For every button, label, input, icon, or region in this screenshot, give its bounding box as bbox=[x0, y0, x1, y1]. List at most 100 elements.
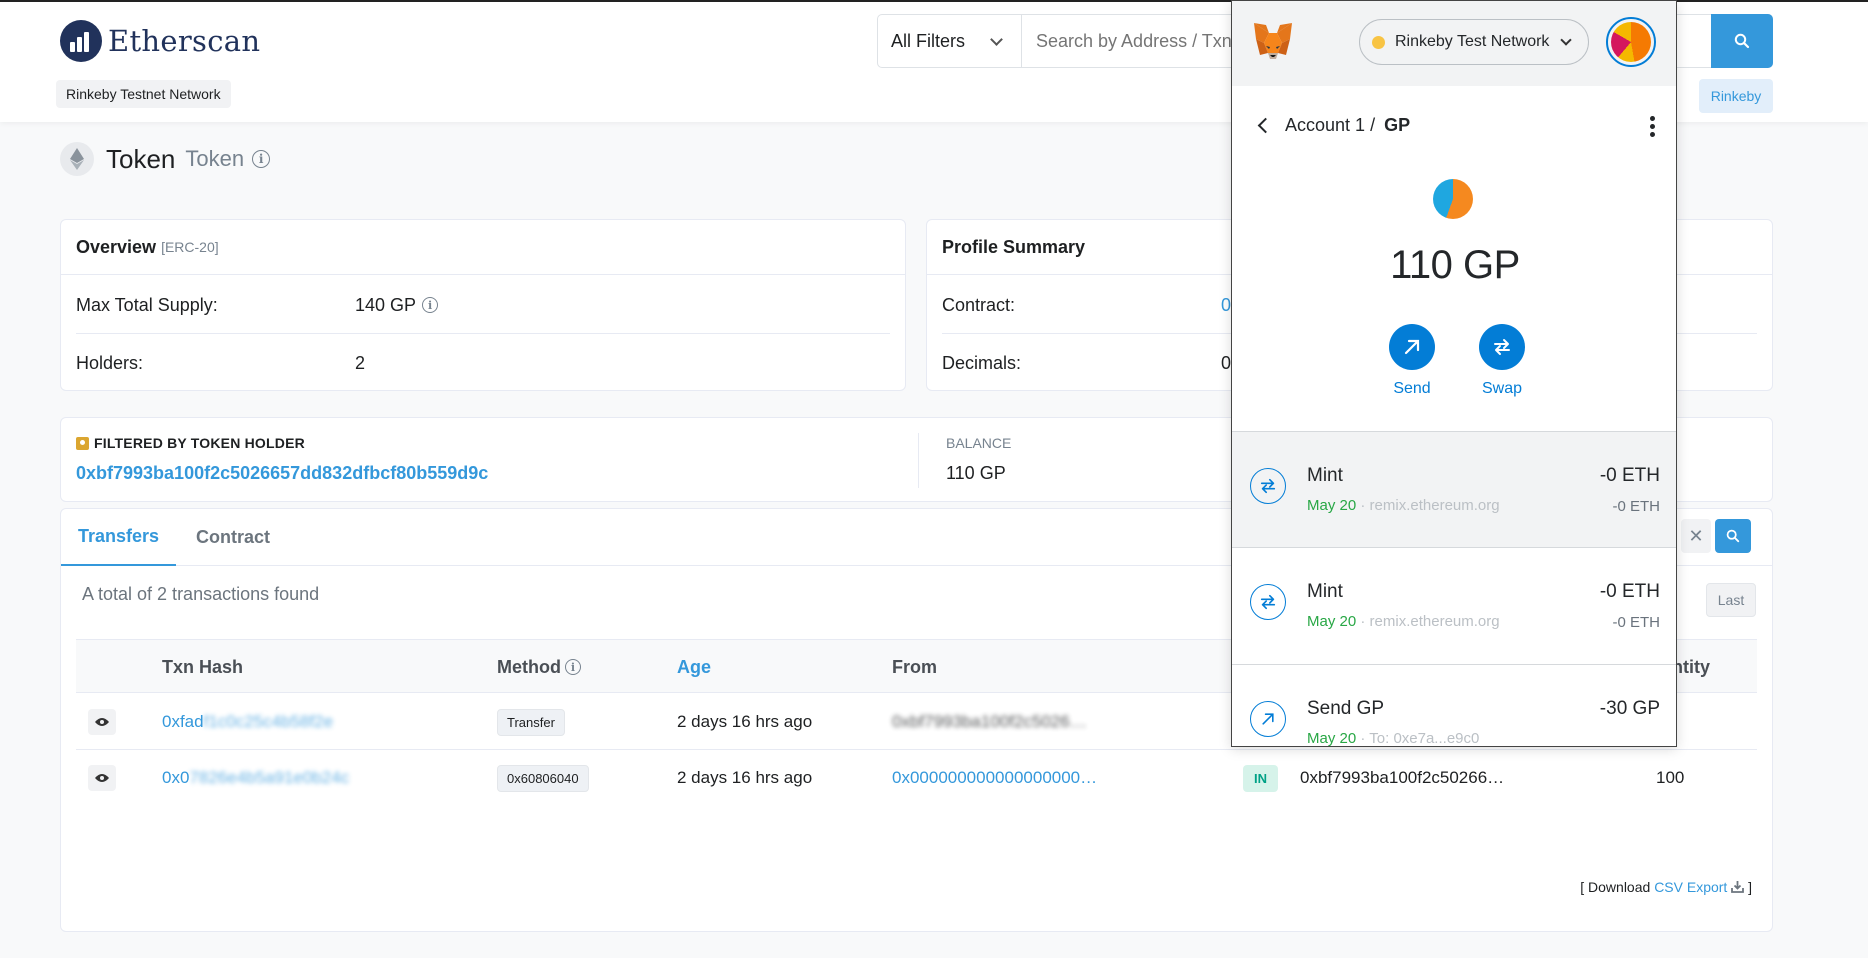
col-txn-hash: Txn Hash bbox=[162, 656, 244, 677]
activity-item[interactable]: Mint May 20 · remix.ethereum.org -0 ETH … bbox=[1232, 431, 1676, 547]
logo-text: Etherscan bbox=[108, 24, 261, 58]
search-icon bbox=[1726, 529, 1740, 543]
metamask-header: Rinkeby Test Network bbox=[1232, 1, 1676, 86]
chevron-down-icon bbox=[990, 33, 1003, 46]
contract-address-link[interactable]: 0 bbox=[1221, 295, 1231, 316]
network-selector[interactable]: Rinkeby Test Network bbox=[1359, 19, 1589, 65]
holder-address-link[interactable]: 0xbf7993ba100f2c5026657dd832dfbcf80b559d… bbox=[76, 463, 488, 484]
activity-subtitle: May 20 · remix.ethereum.org bbox=[1307, 613, 1500, 630]
download-prefix: [ Download bbox=[1580, 879, 1655, 895]
swap-icon bbox=[1250, 468, 1286, 504]
send-arrow-icon bbox=[1250, 701, 1286, 737]
csv-export-link[interactable]: CSV Export bbox=[1654, 879, 1727, 895]
tab-contract[interactable]: Contract bbox=[196, 509, 270, 566]
metamask-fox-icon bbox=[1254, 23, 1292, 59]
network-name: Rinkeby Test Network bbox=[1395, 33, 1550, 50]
activity-amount-secondary: -0 ETH bbox=[1612, 614, 1660, 631]
account-breadcrumb: Account 1 / GP bbox=[1257, 115, 1411, 136]
overview-title: Overview bbox=[76, 236, 157, 257]
eye-icon[interactable] bbox=[88, 709, 116, 735]
quantity-value: 100 bbox=[1656, 768, 1685, 787]
txn-hash-link[interactable]: 0x0 7826e4b5a91e0b24c bbox=[162, 750, 349, 806]
token-standard: [ERC-20] bbox=[161, 239, 219, 255]
col-age[interactable]: Age bbox=[677, 640, 711, 694]
activity-item[interactable]: Send GP May 20 · To: 0xe7a...e9c0 -30 GP bbox=[1232, 664, 1676, 747]
col-method: Method i bbox=[497, 640, 581, 694]
method-badge: Transfer bbox=[497, 694, 565, 750]
activity-amount: -0 ETH bbox=[1599, 465, 1660, 486]
back-arrow-icon[interactable] bbox=[1257, 117, 1274, 134]
col-from: From bbox=[892, 656, 937, 677]
divider bbox=[918, 433, 919, 488]
download-icon[interactable] bbox=[1731, 881, 1745, 893]
contract-label: Contract: bbox=[942, 294, 1016, 315]
overview-card: Overview [ERC-20] Max Total Supply: 140 … bbox=[60, 219, 906, 391]
etherscan-logo-icon bbox=[60, 20, 102, 62]
info-icon[interactable]: i bbox=[422, 297, 439, 313]
info-icon[interactable]: i bbox=[252, 150, 271, 168]
decimals-value: 0 bbox=[1221, 353, 1232, 373]
method-badge: 0x60806040 bbox=[497, 750, 589, 806]
token-logo-icon bbox=[60, 142, 94, 176]
col-quantity: ntity bbox=[1672, 656, 1710, 677]
token-symbol: GP bbox=[1384, 115, 1411, 135]
token-icon bbox=[1433, 179, 1473, 219]
overview-header: Overview [ERC-20] bbox=[61, 220, 905, 275]
last-page-button[interactable]: Last bbox=[1706, 583, 1756, 617]
account-avatar[interactable] bbox=[1606, 17, 1656, 67]
max-supply-row: Max Total Supply: 140 GP i bbox=[76, 277, 890, 334]
filter-label: All Filters bbox=[891, 30, 966, 51]
info-icon[interactable]: i bbox=[564, 659, 581, 675]
balance-label: BALANCE bbox=[946, 435, 1012, 451]
activity-title: Send GP bbox=[1307, 698, 1385, 719]
direction-badge: IN bbox=[1243, 750, 1278, 806]
table-row: 0x0 7826e4b5a91e0b24c 0x60806040 2 days 1… bbox=[76, 750, 1757, 806]
total-transactions: A total of 2 transactions found bbox=[82, 584, 320, 604]
activity-title: Mint bbox=[1307, 465, 1343, 486]
download-suffix: ] bbox=[1744, 879, 1752, 895]
send-button[interactable]: Send bbox=[1372, 324, 1452, 398]
age-value: 2 days 16 hrs ago bbox=[677, 768, 813, 787]
close-icon: ✕ bbox=[1688, 525, 1704, 546]
account-label[interactable]: Account 1 bbox=[1285, 115, 1365, 136]
activity-title: Mint bbox=[1307, 581, 1343, 602]
balance-value: 110 GP bbox=[946, 463, 1006, 483]
max-supply-value: 140 GP bbox=[355, 294, 417, 315]
activity-item[interactable]: Mint May 20 · remix.ethereum.org -0 ETH … bbox=[1232, 547, 1676, 663]
activity-subtitle: May 20 · remix.ethereum.org bbox=[1307, 497, 1500, 514]
more-options-icon[interactable] bbox=[1650, 116, 1656, 140]
age-value: 2 days 16 hrs ago bbox=[677, 712, 813, 731]
txn-hash-link[interactable]: 0xfad f1c0c25c4b58f2e bbox=[162, 694, 333, 750]
send-label: Send bbox=[1393, 380, 1431, 397]
swap-icon bbox=[1479, 324, 1525, 370]
holder-icon bbox=[76, 436, 89, 450]
filtered-title: FILTERED BY TOKEN HOLDER bbox=[76, 435, 305, 451]
filter-select[interactable]: All Filters bbox=[878, 15, 1022, 67]
activity-amount-secondary: -0 ETH bbox=[1612, 498, 1660, 515]
search-button[interactable] bbox=[1711, 14, 1773, 68]
csv-download: [ Download CSV Export ] bbox=[1580, 879, 1752, 895]
search-icon bbox=[1734, 33, 1750, 49]
etherscan-logo[interactable]: Etherscan bbox=[60, 20, 260, 62]
swap-icon bbox=[1250, 584, 1286, 620]
network-badge: Rinkeby Testnet Network bbox=[56, 80, 231, 108]
page-title-text: Token bbox=[106, 143, 176, 174]
network-pill[interactable]: Rinkeby bbox=[1699, 79, 1773, 113]
tab-transfers[interactable]: Transfers bbox=[61, 509, 177, 566]
decimals-label: Decimals: bbox=[942, 353, 1022, 373]
page-title: Token Token i bbox=[60, 142, 271, 176]
from-address[interactable]: 0xbf7993ba100f2c5026… bbox=[892, 694, 1087, 750]
page-subtitle: Token bbox=[185, 146, 245, 171]
eye-icon[interactable] bbox=[88, 765, 116, 791]
filter-search-button[interactable] bbox=[1715, 519, 1751, 553]
holders-row: Holders: 2 bbox=[76, 335, 890, 392]
swap-button[interactable]: Swap bbox=[1462, 324, 1542, 398]
activity-subtitle: May 20 · To: 0xe7a...e9c0 bbox=[1307, 730, 1480, 747]
from-address-link[interactable]: 0x000000000000000000… bbox=[892, 750, 1097, 806]
to-address[interactable]: 0xbf7993ba100f2c50266… bbox=[1300, 750, 1504, 806]
send-arrow-icon bbox=[1389, 324, 1435, 370]
chevron-down-icon bbox=[1560, 34, 1572, 46]
network-status-dot bbox=[1372, 35, 1385, 49]
clear-filter-button[interactable]: ✕ bbox=[1681, 519, 1711, 553]
activity-amount: -0 ETH bbox=[1599, 581, 1660, 602]
